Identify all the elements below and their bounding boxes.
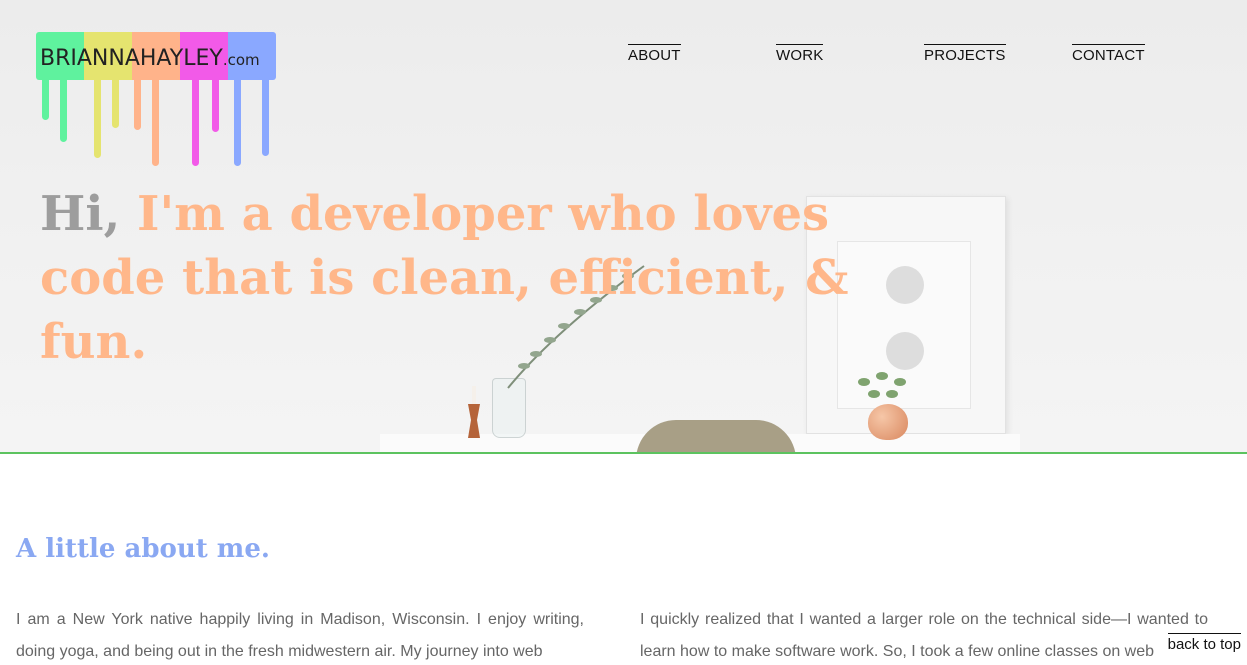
main-nav: ABOUT WORK PROJECTS CONTACT	[0, 44, 1247, 68]
logo-drip	[60, 80, 67, 142]
about-section-title: A little about me.	[16, 534, 270, 564]
headline-tagline: I'm a developer who loves code that is c…	[40, 186, 849, 370]
hero-section: BRIANNAHAYLEY.com ABOUT WORK PROJECTS CO…	[0, 0, 1247, 452]
logo-drip	[134, 80, 141, 130]
about-paragraph-left: I am a New York native happily living in…	[16, 611, 584, 660]
logo-drip	[152, 80, 159, 166]
logo-drip	[234, 80, 241, 166]
copper-pot-image	[868, 404, 908, 440]
logo-drip	[112, 80, 119, 128]
candle-holder-image	[468, 386, 480, 438]
back-to-top-link[interactable]: back to top	[1167, 633, 1241, 653]
headline-greeting: Hi,	[40, 186, 121, 242]
nav-projects-link[interactable]: PROJECTS	[924, 44, 1006, 64]
nav-work-link[interactable]: WORK	[776, 44, 824, 64]
nav-contact-link[interactable]: CONTACT	[1072, 44, 1145, 64]
hero-headline: Hi, I'm a developer who loves code that …	[40, 182, 940, 374]
logo-drip	[192, 80, 199, 166]
logo-drip	[42, 80, 49, 120]
chair-image	[636, 420, 796, 452]
logo-drip	[262, 80, 269, 156]
nav-about-link[interactable]: ABOUT	[628, 44, 681, 64]
logo-drip	[212, 80, 219, 132]
plant-image	[858, 372, 906, 398]
hero-bottom-border	[0, 452, 1247, 454]
about-paragraph-right: I quickly realized that I wanted a large…	[640, 611, 1208, 660]
logo-drip	[94, 80, 101, 158]
